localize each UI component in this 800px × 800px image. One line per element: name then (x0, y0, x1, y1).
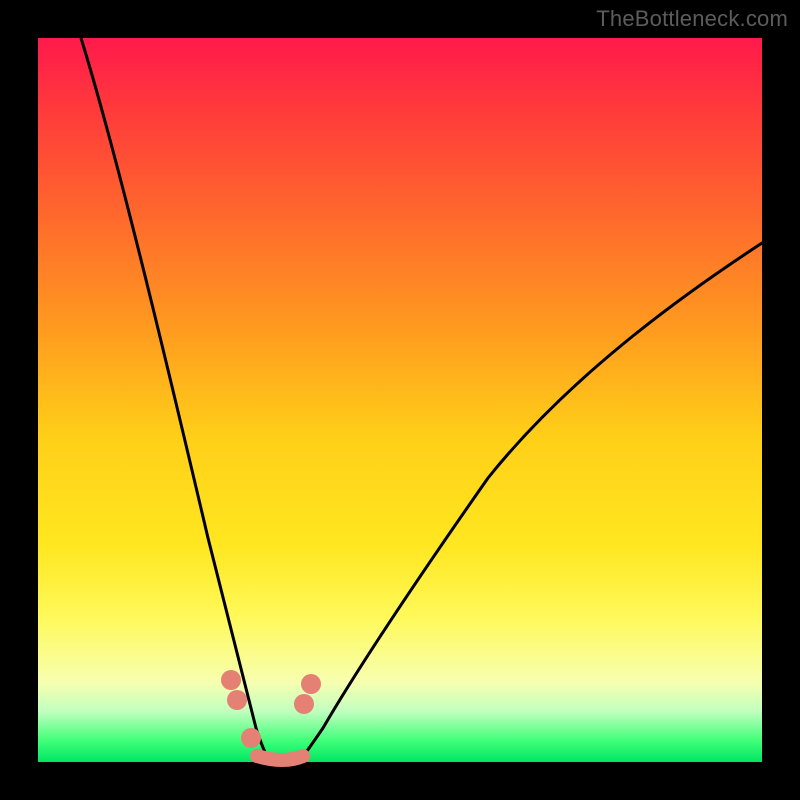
left-branch-curve (81, 38, 270, 762)
valley-marker-bar (257, 756, 303, 760)
right-branch-curve (299, 243, 762, 762)
marker-dot (227, 690, 247, 710)
marker-dot (221, 670, 241, 690)
chart-frame: TheBottleneck.com (0, 0, 800, 800)
watermark-text: TheBottleneck.com (596, 6, 788, 32)
plot-area (38, 38, 762, 762)
marker-dot (294, 694, 314, 714)
marker-dot (241, 728, 261, 748)
marker-dot (301, 674, 321, 694)
curves-svg (38, 38, 762, 762)
